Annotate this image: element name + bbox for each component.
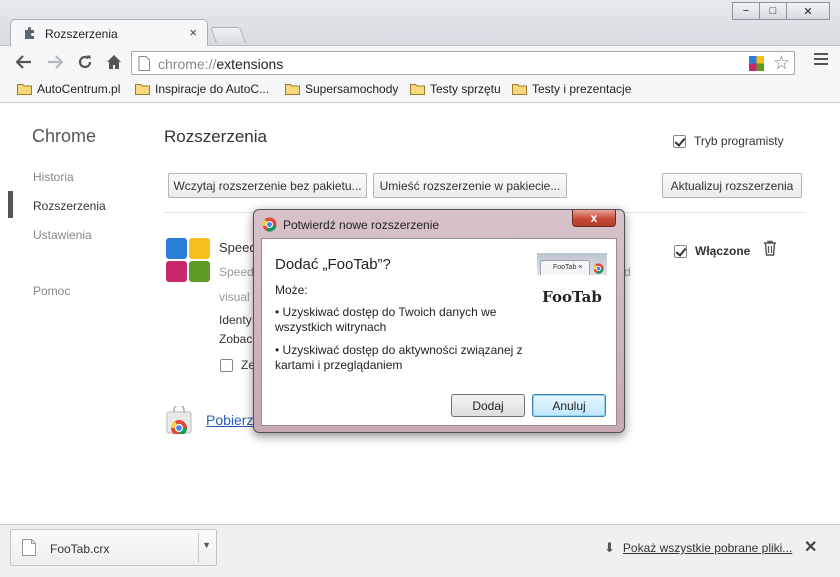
tab-extensions[interactable]: Rozszerzenia × — [10, 19, 208, 46]
minimize-button[interactable]: − — [732, 2, 760, 20]
tab-title: Rozszerzenia — [45, 27, 118, 41]
bookmark-item[interactable]: AutoCentrum.pl — [17, 82, 120, 96]
page-icon — [138, 56, 150, 71]
chrome-icon — [262, 217, 277, 232]
extension-id-label: Identy — [219, 313, 252, 327]
sidebar-item-settings[interactable]: Ustawienia — [33, 228, 92, 242]
back-button[interactable] — [13, 51, 35, 73]
back-arrow-icon — [16, 55, 31, 69]
update-extensions-button[interactable]: Aktualizuj rozszerzenia — [662, 173, 802, 198]
toolbar: chrome://extensions ☆ — [0, 46, 840, 78]
file-icon — [22, 539, 36, 556]
extension-views-label: Zobac — [219, 332, 253, 346]
download-item-separator — [198, 533, 199, 563]
folder-icon — [285, 84, 300, 95]
menu-icon[interactable] — [814, 53, 828, 69]
bookmarks-bar: AutoCentrum.pl Inspiracje do AutoC... Su… — [0, 78, 840, 103]
preview-tab: FooTab × — [540, 260, 590, 275]
close-download-bar-icon[interactable]: ✕ — [804, 537, 817, 557]
forward-arrow-icon — [48, 55, 63, 69]
cancel-button[interactable]: Anuluj — [532, 394, 606, 417]
chevron-down-icon[interactable]: ▼ — [202, 540, 211, 550]
new-tab-button[interactable] — [210, 27, 246, 43]
bookmark-item[interactable]: Testy sprzętu — [410, 82, 501, 96]
extension-description-end: d — [624, 265, 631, 279]
extension-description: Speed — [219, 265, 254, 279]
chrome-icon — [593, 263, 604, 274]
load-unpacked-button[interactable]: Wczytaj rozszerzenie bez pakietu... — [168, 173, 367, 198]
download-file-name: FooTab.crx — [50, 542, 110, 556]
bookmark-item[interactable]: Inspiracje do AutoC... — [135, 82, 269, 96]
folder-icon — [17, 84, 32, 95]
sidebar-title: Chrome — [32, 126, 97, 146]
sidebar-active-marker — [8, 191, 13, 218]
forward-button[interactable] — [44, 51, 66, 73]
sidebar-item-help[interactable]: Pomoc — [33, 284, 70, 298]
developer-mode-toggle[interactable]: Tryb programisty — [673, 134, 784, 148]
speed-dial-logo — [166, 238, 210, 282]
trash-icon[interactable] — [763, 240, 777, 256]
incognito-checkbox[interactable] — [220, 358, 233, 372]
folder-icon — [135, 84, 150, 95]
enabled-checkbox[interactable] — [674, 244, 687, 258]
tab-close-icon[interactable]: × — [189, 25, 197, 40]
confirm-extension-dialog: Potwierdź nowe rozszerzenie x Dodać „Foo… — [253, 209, 625, 433]
url-text: chrome://extensions — [158, 56, 284, 72]
page-title: Rozszerzenia — [164, 127, 267, 146]
web-store-icon — [166, 406, 192, 434]
puzzle-icon — [25, 27, 34, 39]
permission-item: • Uzyskiwać dostęp do Twoich danych we w… — [275, 305, 497, 334]
maximize-button[interactable]: □ — [759, 2, 787, 20]
dialog-body: Dodać „FooTab”? Może: • Uzyskiwać dostęp… — [261, 238, 617, 426]
sidebar-item-history[interactable]: Historia — [33, 170, 74, 184]
incognito-option[interactable]: Ze — [220, 358, 255, 372]
reload-button[interactable] — [74, 51, 96, 73]
developer-mode-checkbox[interactable] — [673, 134, 686, 148]
extension-preview-image: FooTab × FooTab — [537, 253, 607, 323]
dialog-heading: Dodać „FooTab”? — [275, 256, 391, 273]
extension-description-line2: visual — [219, 290, 250, 304]
extension-name: Speed — [219, 240, 257, 255]
speed-dial-extension-icon[interactable] — [749, 56, 764, 71]
add-button[interactable]: Dodaj — [451, 394, 525, 417]
bookmark-item[interactable]: Testy i prezentacje — [512, 82, 631, 96]
extension-enabled-toggle[interactable]: Włączone — [674, 244, 750, 258]
reload-icon — [78, 55, 92, 69]
download-item[interactable]: FooTab.crx ▼ — [10, 529, 217, 566]
dialog-title: Potwierdź nowe rozszerzenie — [283, 218, 440, 232]
folder-icon — [512, 84, 527, 95]
show-all-downloads[interactable]: ⬇ Pokaż wszystkie pobrane pliki... — [604, 540, 792, 556]
window-controls: − □ ✕ — [732, 2, 830, 20]
folder-icon — [410, 84, 425, 95]
dialog-close-button[interactable]: x — [572, 210, 616, 227]
pack-extension-button[interactable]: Umieść rozszerzenie w pakiecie... — [373, 173, 567, 198]
bookmark-item[interactable]: Supersamochody — [285, 82, 398, 96]
title-bar: Rozszerzenia × − □ ✕ — [0, 0, 840, 46]
address-bar[interactable]: chrome://extensions ☆ — [131, 51, 795, 75]
close-window-button[interactable]: ✕ — [786, 2, 830, 20]
permission-item: • Uzyskiwać dostęp do aktywności związan… — [275, 343, 523, 372]
download-icon: ⬇ — [604, 540, 615, 555]
home-icon — [107, 55, 121, 69]
star-icon[interactable]: ☆ — [773, 52, 790, 75]
download-bar: FooTab.crx ▼ ⬇ Pokaż wszystkie pobrane p… — [0, 524, 840, 577]
permissions-label: Może: — [275, 283, 308, 297]
preview-label: FooTab — [542, 288, 602, 306]
sidebar-item-extensions[interactable]: Rozszerzenia — [33, 199, 106, 213]
home-button[interactable] — [103, 51, 125, 73]
web-store-link[interactable]: Pobierz — [206, 412, 253, 428]
